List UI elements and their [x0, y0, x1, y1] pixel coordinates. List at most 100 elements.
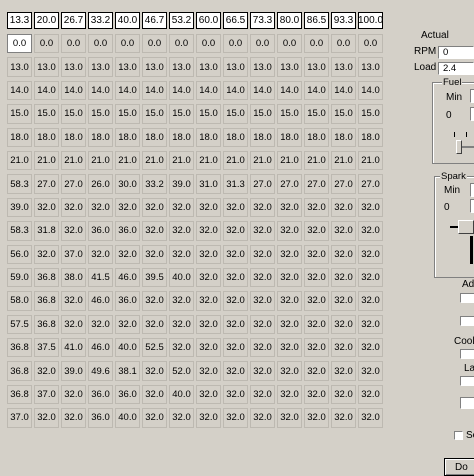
table-cell[interactable]: 14.0 [331, 80, 356, 101]
table-cell[interactable]: 27.0 [34, 174, 59, 194]
table-cell[interactable]: 18.0 [250, 127, 275, 147]
table-cell[interactable]: 32.0 [277, 408, 302, 428]
table-cell[interactable]: 27.0 [304, 174, 329, 194]
table-cell[interactable]: 32.0 [142, 408, 167, 428]
table-cell[interactable]: 27.0 [358, 174, 383, 194]
table-cell[interactable]: 36.0 [88, 221, 113, 241]
table-cell[interactable]: 32.0 [88, 314, 113, 335]
table-cell[interactable]: 27.0 [331, 174, 356, 194]
table-cell[interactable]: 21.0 [304, 150, 329, 171]
table-cell[interactable]: 18.0 [61, 127, 86, 147]
table-cell[interactable]: 32.0 [196, 314, 221, 335]
table-cell[interactable]: 32.0 [331, 338, 356, 358]
table-cell[interactable]: 33.2 [142, 174, 167, 194]
table-cell[interactable]: 32.0 [115, 314, 140, 335]
table-cell[interactable]: 32.0 [304, 408, 329, 428]
table-cell[interactable]: 0.0 [196, 34, 221, 54]
advance-field[interactable] [460, 293, 474, 303]
table-cell[interactable]: 32.0 [142, 314, 167, 335]
table-cell[interactable]: 32.0 [61, 314, 86, 335]
table-cell[interactable]: 13.0 [115, 57, 140, 77]
table-cell[interactable]: 36.8 [7, 384, 32, 405]
table-cell[interactable]: 32.0 [331, 197, 356, 218]
table-cell[interactable]: 32.0 [304, 314, 329, 335]
table-cell[interactable]: 57.5 [7, 314, 32, 335]
table-cell[interactable]: 32.0 [61, 291, 86, 311]
table-cell[interactable]: 21.0 [196, 150, 221, 171]
table-cell[interactable]: 21.0 [34, 150, 59, 171]
table-cell[interactable]: 13.0 [331, 57, 356, 77]
fuel-value-field[interactable] [470, 107, 474, 121]
table-cell[interactable]: 32.0 [304, 384, 329, 405]
table-cell[interactable]: 18.0 [304, 127, 329, 147]
table-cell[interactable]: 14.0 [277, 80, 302, 101]
table-cell[interactable]: 36.0 [115, 384, 140, 405]
table-cell[interactable]: 58.3 [7, 221, 32, 241]
table-cell[interactable]: 32.0 [88, 244, 113, 264]
table-cell[interactable]: 32.0 [358, 244, 383, 264]
table-cell[interactable]: 36.0 [88, 408, 113, 428]
table-cell[interactable]: 46.0 [115, 267, 140, 288]
table-cell[interactable]: 13.0 [277, 57, 302, 77]
table-cell[interactable]: 0.0 [88, 34, 113, 54]
table-cell[interactable]: 32.0 [277, 267, 302, 288]
table-cell[interactable]: 32.0 [223, 221, 248, 241]
table-cell[interactable]: 32.0 [277, 291, 302, 311]
table-cell[interactable]: 37.0 [7, 408, 32, 428]
table-cell[interactable]: 58.0 [7, 291, 32, 311]
table-cell[interactable]: 18.0 [34, 127, 59, 147]
table-cell[interactable]: 32.0 [223, 244, 248, 264]
advance-field-2[interactable] [460, 316, 474, 326]
table-cell[interactable]: 32.0 [196, 361, 221, 381]
table-cell[interactable]: 15.0 [358, 104, 383, 124]
table-cell[interactable]: 27.0 [250, 174, 275, 194]
table-cell[interactable]: 41.5 [88, 267, 113, 288]
table-cell[interactable]: 18.0 [277, 127, 302, 147]
table-cell[interactable]: 32.0 [331, 291, 356, 311]
table-cell[interactable]: 15.0 [88, 104, 113, 124]
table-cell[interactable]: 32.0 [331, 267, 356, 288]
table-cell[interactable]: 37.0 [34, 384, 59, 405]
table-cell[interactable]: 38.1 [115, 361, 140, 381]
table-cell[interactable]: 36.0 [115, 221, 140, 241]
table-cell[interactable]: 32.0 [196, 221, 221, 241]
table-cell[interactable]: 30.0 [115, 174, 140, 194]
table-cell[interactable]: 32.0 [358, 221, 383, 241]
table-cell[interactable]: 32.0 [277, 221, 302, 241]
table-cell[interactable]: 36.0 [88, 384, 113, 405]
table-cell[interactable]: 32.0 [169, 221, 194, 241]
table-cell[interactable]: 32.0 [277, 314, 302, 335]
table-cell[interactable]: 37.0 [61, 244, 86, 264]
table-cell[interactable]: 32.0 [277, 197, 302, 218]
table-cell[interactable]: 32.0 [196, 408, 221, 428]
table-cell[interactable]: 32.0 [304, 244, 329, 264]
table-cell[interactable]: 32.0 [250, 384, 275, 405]
table-cell[interactable]: 15.0 [304, 104, 329, 124]
table-cell[interactable]: 56.0 [7, 244, 32, 264]
table-cell[interactable]: 32.0 [88, 197, 113, 218]
table-cell[interactable]: 32.0 [196, 267, 221, 288]
table-cell[interactable]: 32.0 [250, 361, 275, 381]
table-cell[interactable]: 32.0 [331, 244, 356, 264]
table-cell[interactable]: 32.0 [34, 244, 59, 264]
table-cell[interactable]: 13.0 [7, 57, 32, 77]
table-cell[interactable]: 13.0 [250, 57, 275, 77]
table-cell[interactable]: 32.0 [169, 291, 194, 311]
table-cell[interactable]: 18.0 [196, 127, 221, 147]
table-cell[interactable]: 21.0 [7, 150, 32, 171]
table-cell[interactable]: 38.0 [61, 267, 86, 288]
table-cell[interactable]: 13.0 [169, 57, 194, 77]
table-cell[interactable]: 15.0 [7, 104, 32, 124]
table-cell[interactable]: 13.0 [142, 57, 167, 77]
table-cell[interactable]: 13.0 [223, 57, 248, 77]
table-cell[interactable]: 0.0 [277, 34, 302, 54]
table-cell[interactable]: 15.0 [142, 104, 167, 124]
table-cell[interactable]: 32.0 [223, 408, 248, 428]
table-cell[interactable]: 46.0 [88, 291, 113, 311]
la-field[interactable] [460, 376, 474, 386]
table-cell[interactable]: 36.0 [115, 291, 140, 311]
table-cell[interactable]: 36.8 [34, 291, 59, 311]
table-cell[interactable]: 32.0 [61, 384, 86, 405]
table-cell[interactable]: 32.0 [142, 244, 167, 264]
table-cell[interactable]: 21.0 [88, 150, 113, 171]
